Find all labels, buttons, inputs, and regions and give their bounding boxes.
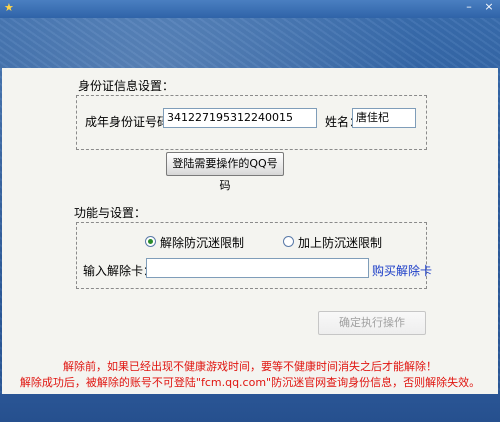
login-qq-button[interactable]: 登陆需要操作的QQ号码	[166, 152, 284, 192]
warning-line-2: 解除成功后，被解除的账号不可登陆"fcm.qq.com"防沉迷官网查询身份信息，…	[19, 376, 481, 389]
warning-line-1: 解除前，如果已经出现不健康游戏时间，要等不健康时间消失之后才能解除！	[63, 360, 437, 373]
app-icon: ★	[4, 1, 14, 14]
main-panel: 身份证信息设置： 成年身份证号码： 341227195312240015 姓名：…	[2, 68, 498, 394]
buy-card-link[interactable]: 购买解除卡	[372, 262, 432, 279]
features-section-title: 功能与设置：	[74, 206, 147, 220]
minimize-icon[interactable]: –	[460, 0, 478, 14]
unlock-card-label: 输入解除卡：	[83, 264, 156, 278]
close-icon[interactable]: ×	[480, 0, 498, 14]
radio-add-label[interactable]: 加上防沉迷限制	[298, 234, 382, 251]
radio-add-limit[interactable]	[283, 236, 294, 247]
idcard-groupbox: 成年身份证号码： 341227195312240015 姓名： 唐佳杞	[76, 95, 427, 150]
unlock-card-input[interactable]	[146, 258, 369, 278]
radio-remove-label[interactable]: 解除防沉迷限制	[160, 234, 244, 251]
radio-selected-dot	[148, 239, 153, 244]
bottom-decoration	[0, 394, 500, 422]
execute-button[interactable]: 确定执行操作	[318, 311, 426, 335]
idcard-section-title: 身份证信息设置：	[78, 79, 175, 93]
id-number-input[interactable]: 341227195312240015	[163, 108, 317, 128]
name-input[interactable]: 唐佳杞	[352, 108, 416, 128]
radio-remove-limit[interactable]	[145, 236, 156, 247]
features-groupbox: 解除防沉迷限制 加上防沉迷限制 输入解除卡： 购买解除卡	[76, 222, 432, 289]
title-bar[interactable]: ★ – ×	[0, 0, 500, 18]
